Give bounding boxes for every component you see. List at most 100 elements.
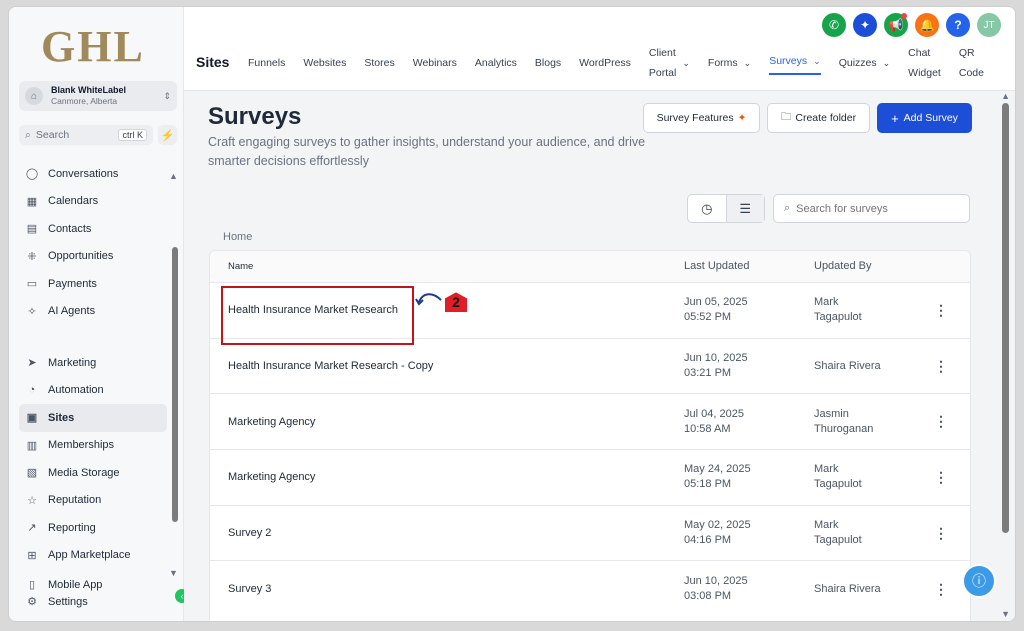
user-avatar[interactable]: JT <box>977 13 1001 37</box>
row-menu-icon[interactable]: ⋮ <box>926 469 956 486</box>
sidebar-item-settings[interactable]: ⚙ Settings <box>19 595 167 609</box>
sidebar-item-media-storage[interactable]: ▧ Media Storage <box>19 459 167 487</box>
sites-tabs: Funnels Websites Stores Webinars Analyti… <box>248 43 984 83</box>
table-row[interactable]: Survey 3 Jun 10, 2025 03:08 PM Shaira Riv… <box>210 561 970 617</box>
survey-name-link[interactable]: Survey 2 <box>228 527 271 539</box>
mobile-icon: ▯ <box>28 579 36 591</box>
survey-name-link[interactable]: Survey 3 <box>228 583 271 595</box>
brand-logo: GHL <box>41 22 145 71</box>
account-name: Blank WhiteLabel <box>51 85 127 95</box>
sidebar-item-app-marketplace[interactable]: ⊞ App Marketplace <box>19 542 167 570</box>
tab-qr-code[interactable]: QR Code <box>959 43 984 83</box>
sidebar-scroll-up-icon[interactable]: ▲ <box>169 171 178 181</box>
table-row[interactable]: Health Insurance Market Research 2 Jun 0… <box>210 283 970 346</box>
tab-websites[interactable]: Websites <box>303 53 346 73</box>
automation-icon: ◔ <box>28 384 36 397</box>
magic-icon[interactable]: ✦ <box>853 13 877 37</box>
main-scroll-down-icon[interactable]: ▼ <box>1001 609 1010 619</box>
sidebar-item-payments[interactable]: ▭ Payments <box>19 270 167 298</box>
star-icon: ☆ <box>27 494 37 507</box>
table-row[interactable]: Marketing Agency Jul 04, 2025 10:58 AM Ja… <box>210 394 970 451</box>
row-menu-icon[interactable]: ⋮ <box>926 525 956 542</box>
chevron-down-icon: ⌄ <box>682 58 690 68</box>
sidebar-item-conversations[interactable]: ◯ Conversations <box>19 160 167 188</box>
sidebar-item-label: Marketing <box>48 356 97 369</box>
tab-chat-widget[interactable]: Chat Widget <box>908 43 941 83</box>
sidebar-item-automation[interactable]: ◔ Automation <box>19 377 167 405</box>
sidebar-item-label: Conversations <box>48 167 119 180</box>
row-updated-by-2: Thuroganan <box>814 422 874 435</box>
tab-blogs[interactable]: Blogs <box>535 53 561 73</box>
row-time: 05:18 PM <box>684 478 732 491</box>
survey-search-input[interactable] <box>796 202 957 215</box>
contacts-icon: ▤ <box>26 223 38 236</box>
sidebar-item-label: Reputation <box>48 494 102 507</box>
sidebar-item-mobile-app[interactable]: ▯ Mobile App <box>19 575 167 595</box>
chevron-down-icon: ⌄ <box>882 58 891 68</box>
clock-view-icon[interactable]: ◷ <box>688 195 726 222</box>
tab-funnels[interactable]: Funnels <box>248 53 285 73</box>
help-icon[interactable]: ? <box>946 13 970 37</box>
table-row[interactable]: Marketing Agency May 24, 2025 05:18 PM Ma… <box>210 450 970 506</box>
tab-client-portal[interactable]: Client Portal ⌄ <box>649 43 690 83</box>
tab-forms[interactable]: Forms ⌄ <box>708 53 751 73</box>
main-scroll-up-icon[interactable]: ▲ <box>1001 91 1010 101</box>
table-header: Name Last Updated Updated By <box>210 251 970 283</box>
sidebar-scroll-down-icon[interactable]: ▼ <box>169 568 178 578</box>
list-view-icon[interactable]: ☰ <box>725 195 764 222</box>
folder-plus-icon: 🗀 <box>780 111 792 123</box>
survey-name-link[interactable]: Marketing Agency <box>228 471 315 483</box>
surveys-table: Name Last Updated Updated By Health Insu… <box>209 250 971 621</box>
sidebar-item-calendars[interactable]: ▦ Calendars <box>19 188 167 216</box>
tab-analytics[interactable]: Analytics <box>475 53 517 73</box>
survey-name-link[interactable]: Marketing Agency <box>228 416 315 428</box>
memberships-icon: ▥ <box>26 439 38 452</box>
row-menu-icon[interactable]: ⋮ <box>926 358 956 375</box>
chat-support-icon[interactable]: ⓘ <box>962 564 996 598</box>
row-menu-icon[interactable]: ⋮ <box>926 413 956 430</box>
sidebar-search[interactable]: ⌕ Search ctrl K <box>19 125 153 145</box>
annotation-highlight-box <box>221 286 414 346</box>
sidebar-item-opportunities[interactable]: ⁜ Opportunities <box>19 243 167 271</box>
survey-name-link[interactable]: Health Insurance Market Research - Copy <box>228 360 433 372</box>
opportunities-icon: ⁜ <box>27 250 37 263</box>
row-menu-icon[interactable]: ⋮ <box>926 581 956 598</box>
sidebar-item-sites[interactable]: ▣ Sites <box>19 404 167 432</box>
phone-icon[interactable]: ✆ <box>822 13 846 37</box>
create-folder-button[interactable]: 🗀 Create folder <box>767 103 870 133</box>
sidebar-item-contacts[interactable]: ▤ Contacts <box>19 215 167 243</box>
row-time: 10:58 AM <box>684 422 731 435</box>
megaphone-icon[interactable]: 📢 <box>884 13 908 37</box>
row-menu-icon[interactable]: ⋮ <box>926 302 956 319</box>
plus-icon: + <box>891 110 899 126</box>
table-row[interactable]: Health Insurance Market Research - Copy … <box>210 339 970 395</box>
tab-webinars[interactable]: Webinars <box>413 53 457 73</box>
sidebar-item-label: Mobile App <box>48 579 103 591</box>
top-action-icons: ✆ ✦ 📢 🔔 ? JT <box>822 13 1001 37</box>
row-date: Jun 10, 2025 <box>684 575 748 588</box>
chart-icon: ↗ <box>27 522 37 535</box>
survey-features-button[interactable]: Survey Features ✦ <box>643 103 760 133</box>
breadcrumb[interactable]: Home <box>223 231 252 243</box>
sidebar-item-label: Sites <box>48 411 75 424</box>
sidebar-item-reputation[interactable]: ☆ Reputation <box>19 487 167 515</box>
quick-action-bolt-icon[interactable]: ⚡ <box>158 125 177 145</box>
tab-label: Surveys <box>769 55 808 67</box>
tab-quizzes[interactable]: Quizzes ⌄ <box>839 53 890 73</box>
tab-surveys[interactable]: Surveys ⌄ <box>769 51 821 75</box>
sidebar-item-reporting[interactable]: ↗ Reporting <box>19 514 167 542</box>
row-updated-by: Mark <box>814 519 839 532</box>
sidebar-item-memberships[interactable]: ▥ Memberships <box>19 432 167 460</box>
sidebar-item-marketing[interactable]: ➤ Marketing <box>19 349 167 377</box>
account-switcher[interactable]: ⌂ Blank WhiteLabel Canmore, Alberta ⇕ <box>19 81 177 111</box>
tab-stores[interactable]: Stores <box>364 53 394 73</box>
table-row[interactable]: Survey 2 May 02, 2025 04:16 PM Mark Tagapu… <box>210 506 970 562</box>
sidebar-scrollbar[interactable] <box>172 247 178 522</box>
bell-icon[interactable]: 🔔 <box>915 13 939 37</box>
sidebar-item-ai-agents[interactable]: ✧ AI Agents <box>19 298 167 326</box>
row-date: May 24, 2025 <box>684 463 751 476</box>
tab-wordpress[interactable]: WordPress <box>579 53 631 73</box>
main-scrollbar[interactable] <box>1002 103 1009 533</box>
sidebar-item-label: AI Agents <box>48 305 96 318</box>
add-survey-button[interactable]: + Add Survey <box>877 103 972 133</box>
